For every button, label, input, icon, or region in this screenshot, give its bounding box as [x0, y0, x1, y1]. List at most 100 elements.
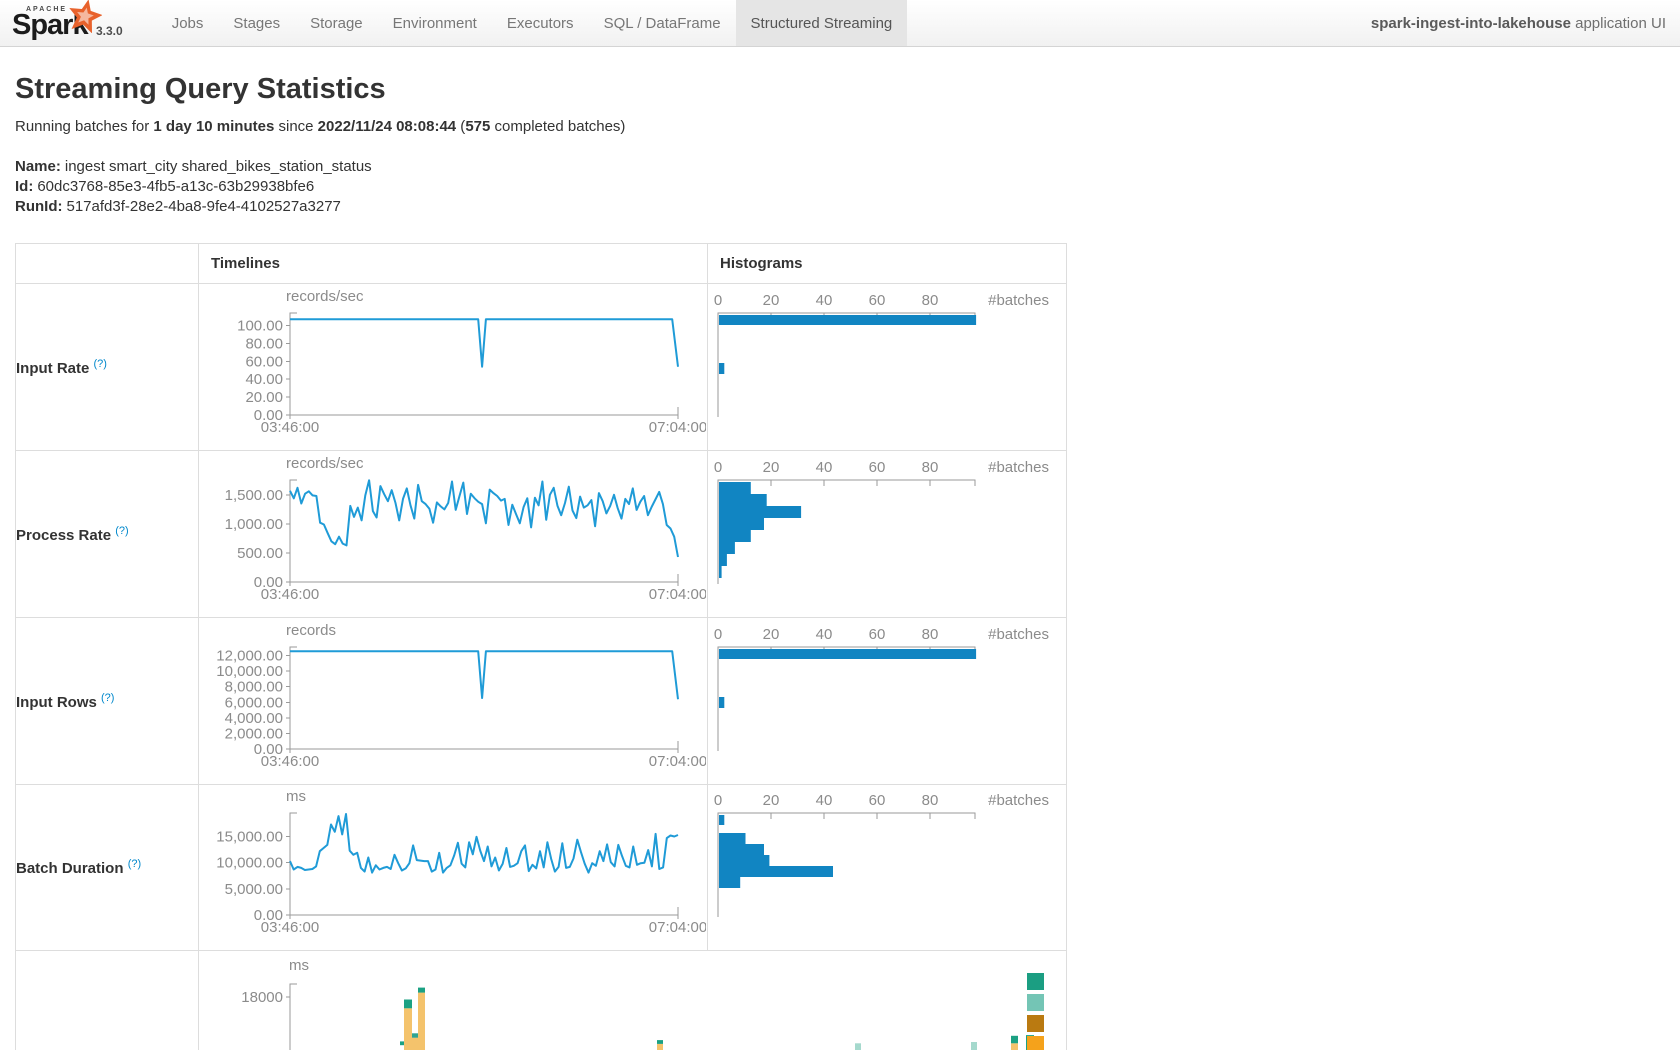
- tab-jobs[interactable]: Jobs: [157, 0, 219, 46]
- svg-text:8,000.00: 8,000.00: [225, 678, 283, 695]
- svg-text:1,000.00: 1,000.00: [225, 515, 283, 532]
- table-header-row: Timelines Histograms: [16, 244, 1067, 284]
- svg-text:12,000.00: 12,000.00: [216, 647, 283, 664]
- running-duration: 1 day 10 minutes: [153, 118, 274, 135]
- batch-duration-help-link[interactable]: (?): [128, 858, 141, 870]
- completed-batches-count: 575: [465, 118, 490, 135]
- svg-text:07:04:00: 07:04:00: [649, 419, 706, 436]
- svg-text:100.00: 100.00: [237, 317, 283, 334]
- svg-text:2,000.00: 2,000.00: [225, 725, 283, 742]
- svg-text:6,000.00: 6,000.00: [225, 694, 283, 711]
- input-rows-histogram-chart: 020406080#batches: [708, 619, 1065, 784]
- table-row: Batch Duration (?) ms15,000.0010,000.005…: [16, 785, 1067, 951]
- tab-storage[interactable]: Storage: [295, 0, 378, 46]
- svg-text:03:46:00: 03:46:00: [261, 919, 319, 936]
- query-runid-value: 517afd3f-28e2-4ba8-9fe4-4102527a3277: [66, 198, 340, 215]
- statistics-table: Timelines Histograms Input Rate (?) reco…: [15, 243, 1067, 1050]
- application-title-suffix: application UI: [1571, 15, 1666, 32]
- svg-text:80.00: 80.00: [245, 335, 283, 352]
- timelines-header: Timelines: [199, 244, 708, 284]
- svg-text:18000: 18000: [241, 989, 283, 1006]
- running-text: Running batches for: [15, 118, 153, 135]
- process-rate-histogram-chart: 020406080#batches: [708, 452, 1065, 617]
- histograms-header: Histograms: [708, 244, 1067, 284]
- svg-text:60: 60: [869, 292, 886, 309]
- svg-text:40.00: 40.00: [245, 371, 283, 388]
- spark-brand: APACHE Spark 3.3.0: [0, 0, 129, 46]
- spark-ui-page: APACHE Spark 3.3.0 Jobs Stages Storage E…: [0, 0, 1680, 1050]
- svg-text:07:04:00: 07:04:00: [649, 753, 706, 770]
- row-label-input-rate: Input Rate (?): [16, 284, 199, 451]
- svg-text:records: records: [286, 622, 336, 639]
- row-label-batch-duration: Batch Duration (?): [16, 785, 199, 951]
- batch-duration-histogram-chart: 020406080#batches: [708, 785, 1065, 950]
- row-label-input-rows: Input Rows (?): [16, 618, 199, 785]
- main-content: Streaming Query Statistics Running batch…: [0, 73, 1680, 1050]
- svg-text:20: 20: [763, 292, 780, 309]
- batch-duration-timeline-chart: ms15,000.0010,000.005,000.000.0003:46:00…: [199, 785, 706, 950]
- svg-text:records/sec: records/sec: [286, 455, 364, 472]
- svg-text:07:04:00: 07:04:00: [649, 919, 706, 936]
- svg-text:03:46:00: 03:46:00: [261, 586, 319, 603]
- svg-text:07:04:00: 07:04:00: [649, 586, 706, 603]
- query-name-line: Name:ingest smart_city shared_bikes_stat…: [15, 157, 1680, 177]
- svg-text:60.00: 60.00: [245, 353, 283, 370]
- svg-text:#batches: #batches: [988, 626, 1049, 643]
- svg-text:20: 20: [763, 792, 780, 809]
- tab-environment[interactable]: Environment: [378, 0, 492, 46]
- svg-text:15,000.00: 15,000.00: [216, 829, 283, 846]
- query-runid-line: RunId:517afd3f-28e2-4ba8-9fe4-4102527a32…: [15, 197, 1680, 217]
- legend-swatch: [1027, 973, 1044, 990]
- svg-text:03:46:00: 03:46:00: [261, 419, 319, 436]
- svg-text:ms: ms: [289, 957, 309, 974]
- table-row: ms180001600014000: [16, 951, 1067, 1050]
- spark-logo[interactable]: APACHE Spark: [12, 3, 90, 42]
- legend-swatch: [1027, 994, 1044, 1011]
- svg-text:80: 80: [922, 626, 939, 643]
- svg-text:#batches: #batches: [988, 792, 1049, 809]
- svg-text:20: 20: [763, 459, 780, 476]
- input-rate-help-link[interactable]: (?): [94, 358, 107, 370]
- input-rows-timeline-chart: records12,000.0010,000.008,000.006,000.0…: [199, 619, 706, 784]
- tab-stages[interactable]: Stages: [218, 0, 295, 46]
- application-name: spark-ingest-into-lakehouse: [1371, 15, 1571, 32]
- process-rate-help-link[interactable]: (?): [115, 525, 128, 537]
- tab-structured-streaming[interactable]: Structured Streaming: [736, 0, 908, 46]
- svg-text:40: 40: [816, 459, 833, 476]
- svg-text:1,500.00: 1,500.00: [225, 486, 283, 503]
- query-name-value: ingest smart_city shared_bikes_station_s…: [65, 158, 372, 175]
- svg-text:60: 60: [869, 792, 886, 809]
- svg-text:40: 40: [816, 292, 833, 309]
- process-rate-timeline-chart: records/sec1,500.001,000.00500.000.0003:…: [199, 452, 706, 617]
- svg-text:40: 40: [816, 792, 833, 809]
- svg-text:4,000.00: 4,000.00: [225, 709, 283, 726]
- table-row: Process Rate (?) records/sec1,500.00 1,00…: [16, 451, 1067, 618]
- input-rate-timeline-chart: records/sec100.0080.0060.0040.0020.000.0…: [199, 285, 706, 450]
- svg-text:80: 80: [922, 459, 939, 476]
- table-row: Input Rate (?) records/sec100.0080.0060.…: [16, 284, 1067, 451]
- application-title: spark-ingest-into-lakehouse application …: [1371, 0, 1666, 47]
- tab-sql-dataframe[interactable]: SQL / DataFrame: [589, 0, 736, 46]
- start-timestamp: 2022/11/24 08:08:44: [318, 118, 456, 135]
- svg-text:0: 0: [714, 292, 722, 309]
- legend-swatch: [1027, 1015, 1044, 1032]
- svg-text:5,000.00: 5,000.00: [225, 881, 283, 898]
- svg-text:ms: ms: [286, 788, 306, 805]
- input-rows-help-link[interactable]: (?): [101, 692, 114, 704]
- row-label-operation-duration: [16, 951, 199, 1050]
- nav-tabs: Jobs Stages Storage Environment Executor…: [157, 0, 908, 46]
- svg-text:60: 60: [869, 459, 886, 476]
- svg-text:40: 40: [816, 626, 833, 643]
- legend-swatch: [1027, 1036, 1044, 1050]
- svg-text:20: 20: [763, 626, 780, 643]
- spark-star-icon: [68, 0, 102, 33]
- operation-duration-timeline-chart: ms180001600014000: [199, 952, 1065, 1050]
- svg-text:03:46:00: 03:46:00: [261, 753, 319, 770]
- svg-text:0: 0: [714, 459, 722, 476]
- svg-text:records/sec: records/sec: [286, 288, 364, 305]
- row-label-process-rate: Process Rate (?): [16, 451, 199, 618]
- tab-executors[interactable]: Executors: [492, 0, 589, 46]
- svg-text:0: 0: [714, 792, 722, 809]
- empty-header-cell: [16, 244, 199, 284]
- page-title: Streaming Query Statistics: [15, 73, 1680, 106]
